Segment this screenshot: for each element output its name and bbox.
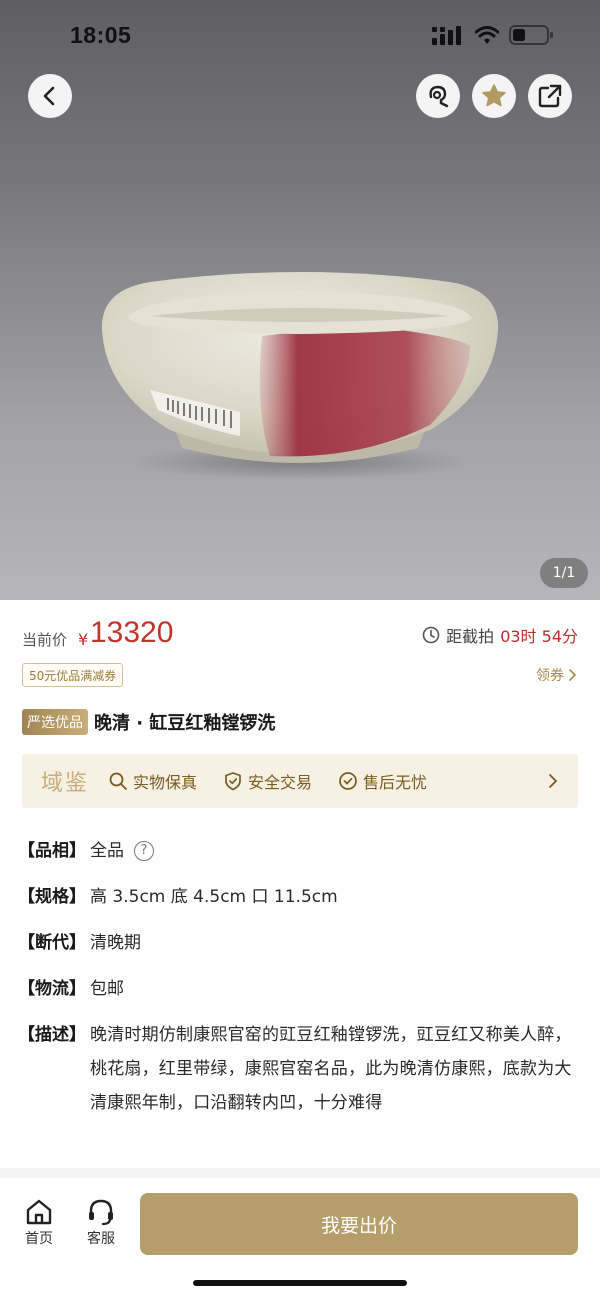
attribute-value: 全品 ? bbox=[90, 838, 578, 864]
attribute-row-condition: 【品相】 全品 ? bbox=[18, 838, 578, 864]
condition-value: 全品 bbox=[90, 841, 124, 861]
chevron-right-icon bbox=[549, 774, 558, 788]
attribute-key: 【描述】 bbox=[18, 1025, 86, 1045]
tab-service-label: 客服 bbox=[87, 1231, 115, 1247]
check-circle-icon bbox=[339, 772, 357, 790]
attribute-value: 包邮 bbox=[90, 979, 124, 999]
attribute-key: 【规格】 bbox=[18, 887, 86, 907]
get-coupon-link[interactable]: 领券 bbox=[536, 665, 578, 685]
attribute-row-shipping: 【物流】 包邮 bbox=[18, 976, 578, 1002]
status-time: 18:05 bbox=[70, 22, 132, 48]
countdown-label: 距截拍 bbox=[446, 627, 495, 646]
battery-icon bbox=[509, 25, 553, 45]
wifi-icon bbox=[475, 26, 499, 44]
help-icon[interactable]: ? bbox=[134, 841, 154, 861]
auction-countdown: 距截拍 03时 54分 bbox=[422, 623, 578, 647]
tab-home-label: 首页 bbox=[25, 1231, 53, 1247]
attribute-key: 【品相】 bbox=[18, 841, 86, 861]
cellular-signal-icon bbox=[432, 26, 461, 45]
guarantee-brand: 域鉴 bbox=[40, 771, 89, 796]
status-bar: 18:05 bbox=[0, 0, 600, 70]
back-icon bbox=[43, 86, 55, 106]
guarantee-label: 安全交易 bbox=[248, 773, 313, 792]
attribute-row-description: 【描述】 晚清时期仿制康熙官窑的豇豆红釉镗锣洗，豇豆红又称美人醉，桃花扇，红里带… bbox=[18, 1022, 578, 1120]
share-icon bbox=[538, 84, 562, 108]
attribute-row-size: 【规格】 高 3.5cm 底 4.5cm 口 11.5cm bbox=[18, 884, 578, 910]
price-label: 当前价 bbox=[22, 631, 68, 649]
clock-icon bbox=[422, 626, 440, 644]
share-button[interactable] bbox=[528, 74, 572, 118]
item-title-row: 严选优品 晚清 · 缸豆红釉镗锣洗 bbox=[22, 709, 275, 735]
guarantee-after-sale: 售后无忧 bbox=[338, 769, 427, 793]
current-price: 13320 bbox=[90, 616, 174, 649]
get-coupon-label: 领券 bbox=[536, 668, 564, 684]
shield-icon bbox=[225, 772, 241, 791]
headset-icon bbox=[89, 1199, 113, 1226]
home-icon bbox=[26, 1199, 52, 1225]
favorite-button[interactable] bbox=[472, 74, 516, 118]
image-page-counter: 1/1 bbox=[540, 558, 588, 588]
product-image[interactable]: 18:05 1/1 bbox=[0, 0, 600, 600]
home-indicator bbox=[193, 1280, 407, 1286]
price-row: 当前价 ¥ 13320 距截拍 03时 54分 bbox=[22, 614, 578, 658]
item-title: 晚清 · 缸豆红釉镗锣洗 bbox=[94, 713, 276, 734]
attribute-key: 【物流】 bbox=[18, 979, 86, 999]
place-bid-button[interactable]: 我要出价 bbox=[140, 1193, 578, 1255]
section-divider bbox=[0, 1168, 600, 1178]
selected-badge: 严选优品 bbox=[22, 709, 88, 735]
customer-service-button[interactable] bbox=[416, 74, 460, 118]
attribute-row-period: 【断代】 清晚期 bbox=[18, 930, 578, 956]
guarantee-label: 实物保真 bbox=[133, 773, 198, 792]
chevron-right-icon bbox=[569, 669, 577, 681]
attribute-key: 【断代】 bbox=[18, 933, 86, 953]
guarantee-safe-trade: 安全交易 bbox=[223, 769, 312, 793]
tab-customer-service[interactable]: 客服 bbox=[79, 1198, 123, 1248]
currency-symbol: ¥ bbox=[78, 630, 89, 649]
search-icon bbox=[109, 772, 127, 790]
countdown-value: 03时 54分 bbox=[500, 627, 578, 646]
description-text: 晚清时期仿制康熙官窑的豇豆红釉镗锣洗，豇豆红又称美人醉，桃花扇，红里带绿，康熙官… bbox=[90, 1025, 572, 1113]
guarantee-authentic: 实物保真 bbox=[108, 769, 197, 793]
attribute-value: 高 3.5cm 底 4.5cm 口 11.5cm bbox=[90, 887, 338, 907]
star-icon bbox=[482, 84, 506, 107]
guarantee-label: 售后无忧 bbox=[363, 773, 428, 792]
tab-home[interactable]: 首页 bbox=[17, 1198, 61, 1248]
bottom-action-bar: 首页 客服 我要出价 bbox=[0, 1178, 600, 1298]
guarantee-bar[interactable]: 域鉴 实物保真 安全交易 售后无忧 bbox=[22, 754, 578, 808]
back-button[interactable] bbox=[28, 74, 72, 118]
item-attributes: 【品相】 全品 ? 【规格】 高 3.5cm 底 4.5cm 口 11.5cm … bbox=[18, 838, 578, 1140]
coupon-tag: 50元优品满减券 bbox=[22, 663, 124, 687]
customer-service-icon bbox=[429, 85, 449, 108]
attribute-value: 清晚期 bbox=[90, 933, 141, 953]
